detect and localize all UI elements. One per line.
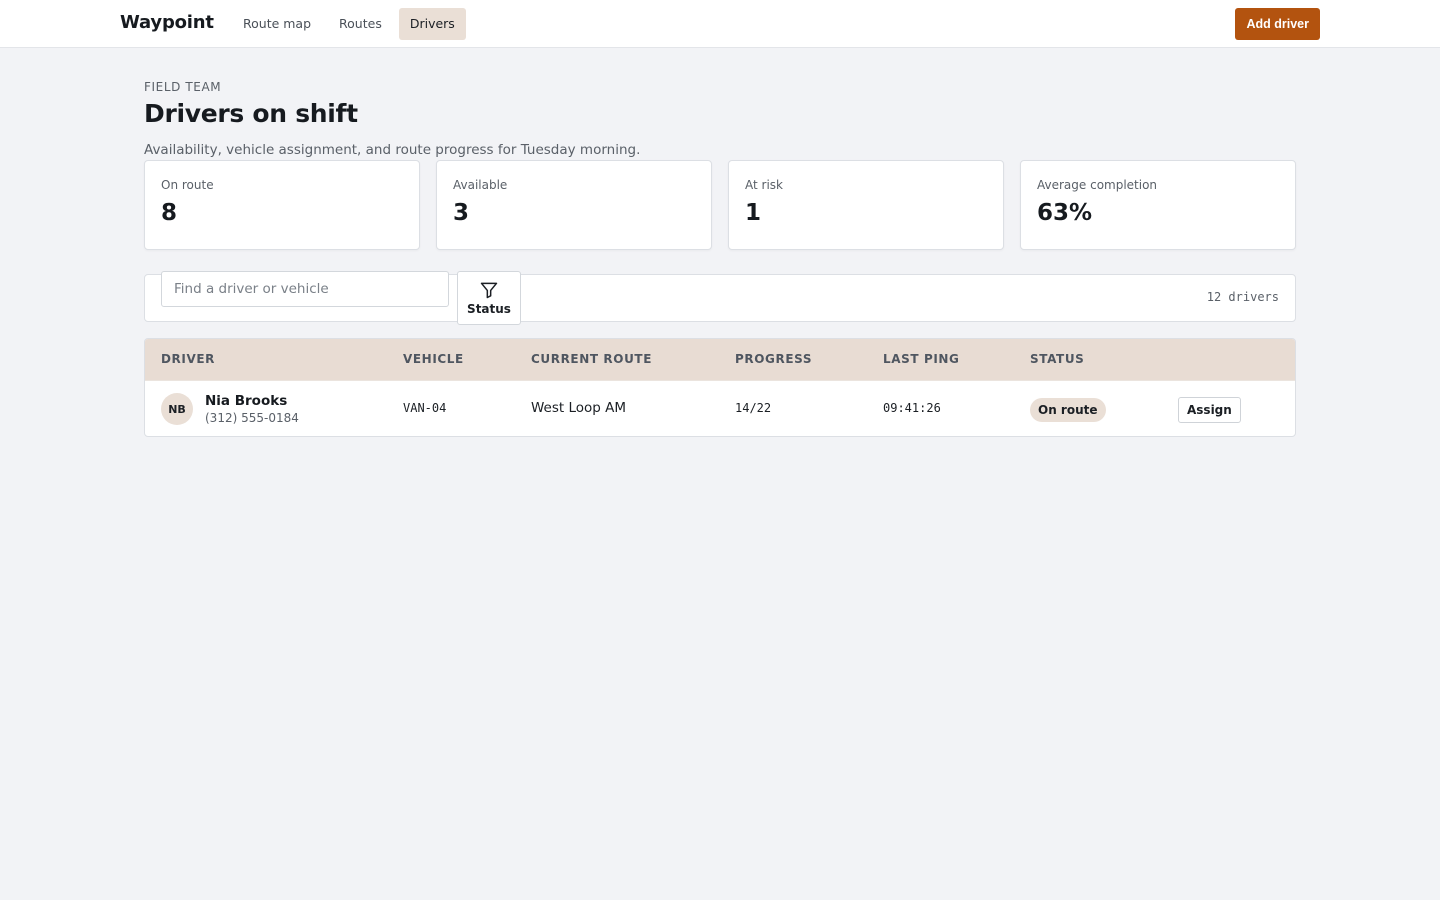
status-filter-button[interactable]: Status	[457, 271, 521, 325]
search-input[interactable]	[161, 271, 449, 307]
filter-funnel-icon	[480, 282, 498, 299]
status-filter-label: Status	[467, 302, 511, 316]
main-nav: Route map Routes Drivers	[232, 8, 472, 40]
page-subtitle: Availability, vehicle assignment, and ro…	[144, 142, 641, 158]
driver-phone: (312) 555-0184	[205, 411, 299, 425]
nav-route-map[interactable]: Route map	[232, 8, 322, 40]
status-badge: On route	[1030, 398, 1106, 422]
top-bar: Waypoint Route map Routes Drivers Add dr…	[0, 0, 1440, 48]
stat-card-available: Available 3	[436, 160, 712, 250]
driver-name: Nia Brooks	[205, 393, 288, 409]
drivers-table: DRIVER VEHICLE CURRENT ROUTE PROGRESS LA…	[144, 338, 1296, 437]
stat-label: Average completion	[1037, 178, 1158, 192]
stats-row: On route 8 Available 3 At risk 1 Average…	[144, 160, 1296, 250]
stat-card-on-route: On route 8	[144, 160, 420, 250]
column-header-current-route[interactable]: CURRENT ROUTE	[531, 352, 652, 366]
stat-label: On route	[161, 178, 214, 192]
nav-routes[interactable]: Routes	[328, 8, 393, 40]
nav-drivers[interactable]: Drivers	[398, 8, 466, 40]
section-kicker: FIELD TEAM	[144, 80, 222, 94]
column-header-progress[interactable]: PROGRESS	[735, 352, 812, 366]
app-logo[interactable]: Waypoint	[120, 12, 214, 33]
driver-count: 12 drivers	[1206, 290, 1279, 304]
table-row[interactable]: NB Nia Brooks (312) 555-0184 VAN-04 West…	[145, 380, 1295, 436]
stat-value: 1	[745, 200, 762, 226]
stat-card-average-completion: Average completion 63%	[1020, 160, 1296, 250]
column-header-last-ping[interactable]: LAST PING	[883, 352, 960, 366]
add-driver-button[interactable]: Add driver	[1235, 8, 1320, 40]
stat-label: Available	[453, 178, 508, 192]
avatar: NB	[161, 393, 193, 425]
stat-label: At risk	[745, 178, 783, 192]
stat-value: 3	[453, 200, 470, 226]
filter-bar: Status 12 drivers	[144, 271, 1296, 325]
route-progress: 14/22	[735, 401, 772, 415]
last-ping-time: 09:41:26	[883, 401, 941, 415]
table-header: DRIVER VEHICLE CURRENT ROUTE PROGRESS LA…	[145, 339, 1295, 380]
stat-value: 8	[161, 200, 178, 226]
stat-card-at-risk: At risk 1	[728, 160, 1004, 250]
vehicle-id: VAN-04	[403, 401, 447, 415]
current-route: West Loop AM	[531, 400, 627, 416]
stat-value: 63%	[1037, 200, 1093, 226]
column-header-status[interactable]: STATUS	[1030, 352, 1084, 366]
assign-button[interactable]: Assign	[1178, 397, 1241, 423]
column-header-vehicle[interactable]: VEHICLE	[403, 352, 464, 366]
column-header-driver[interactable]: DRIVER	[161, 352, 215, 366]
page-title: Drivers on shift	[144, 99, 358, 128]
